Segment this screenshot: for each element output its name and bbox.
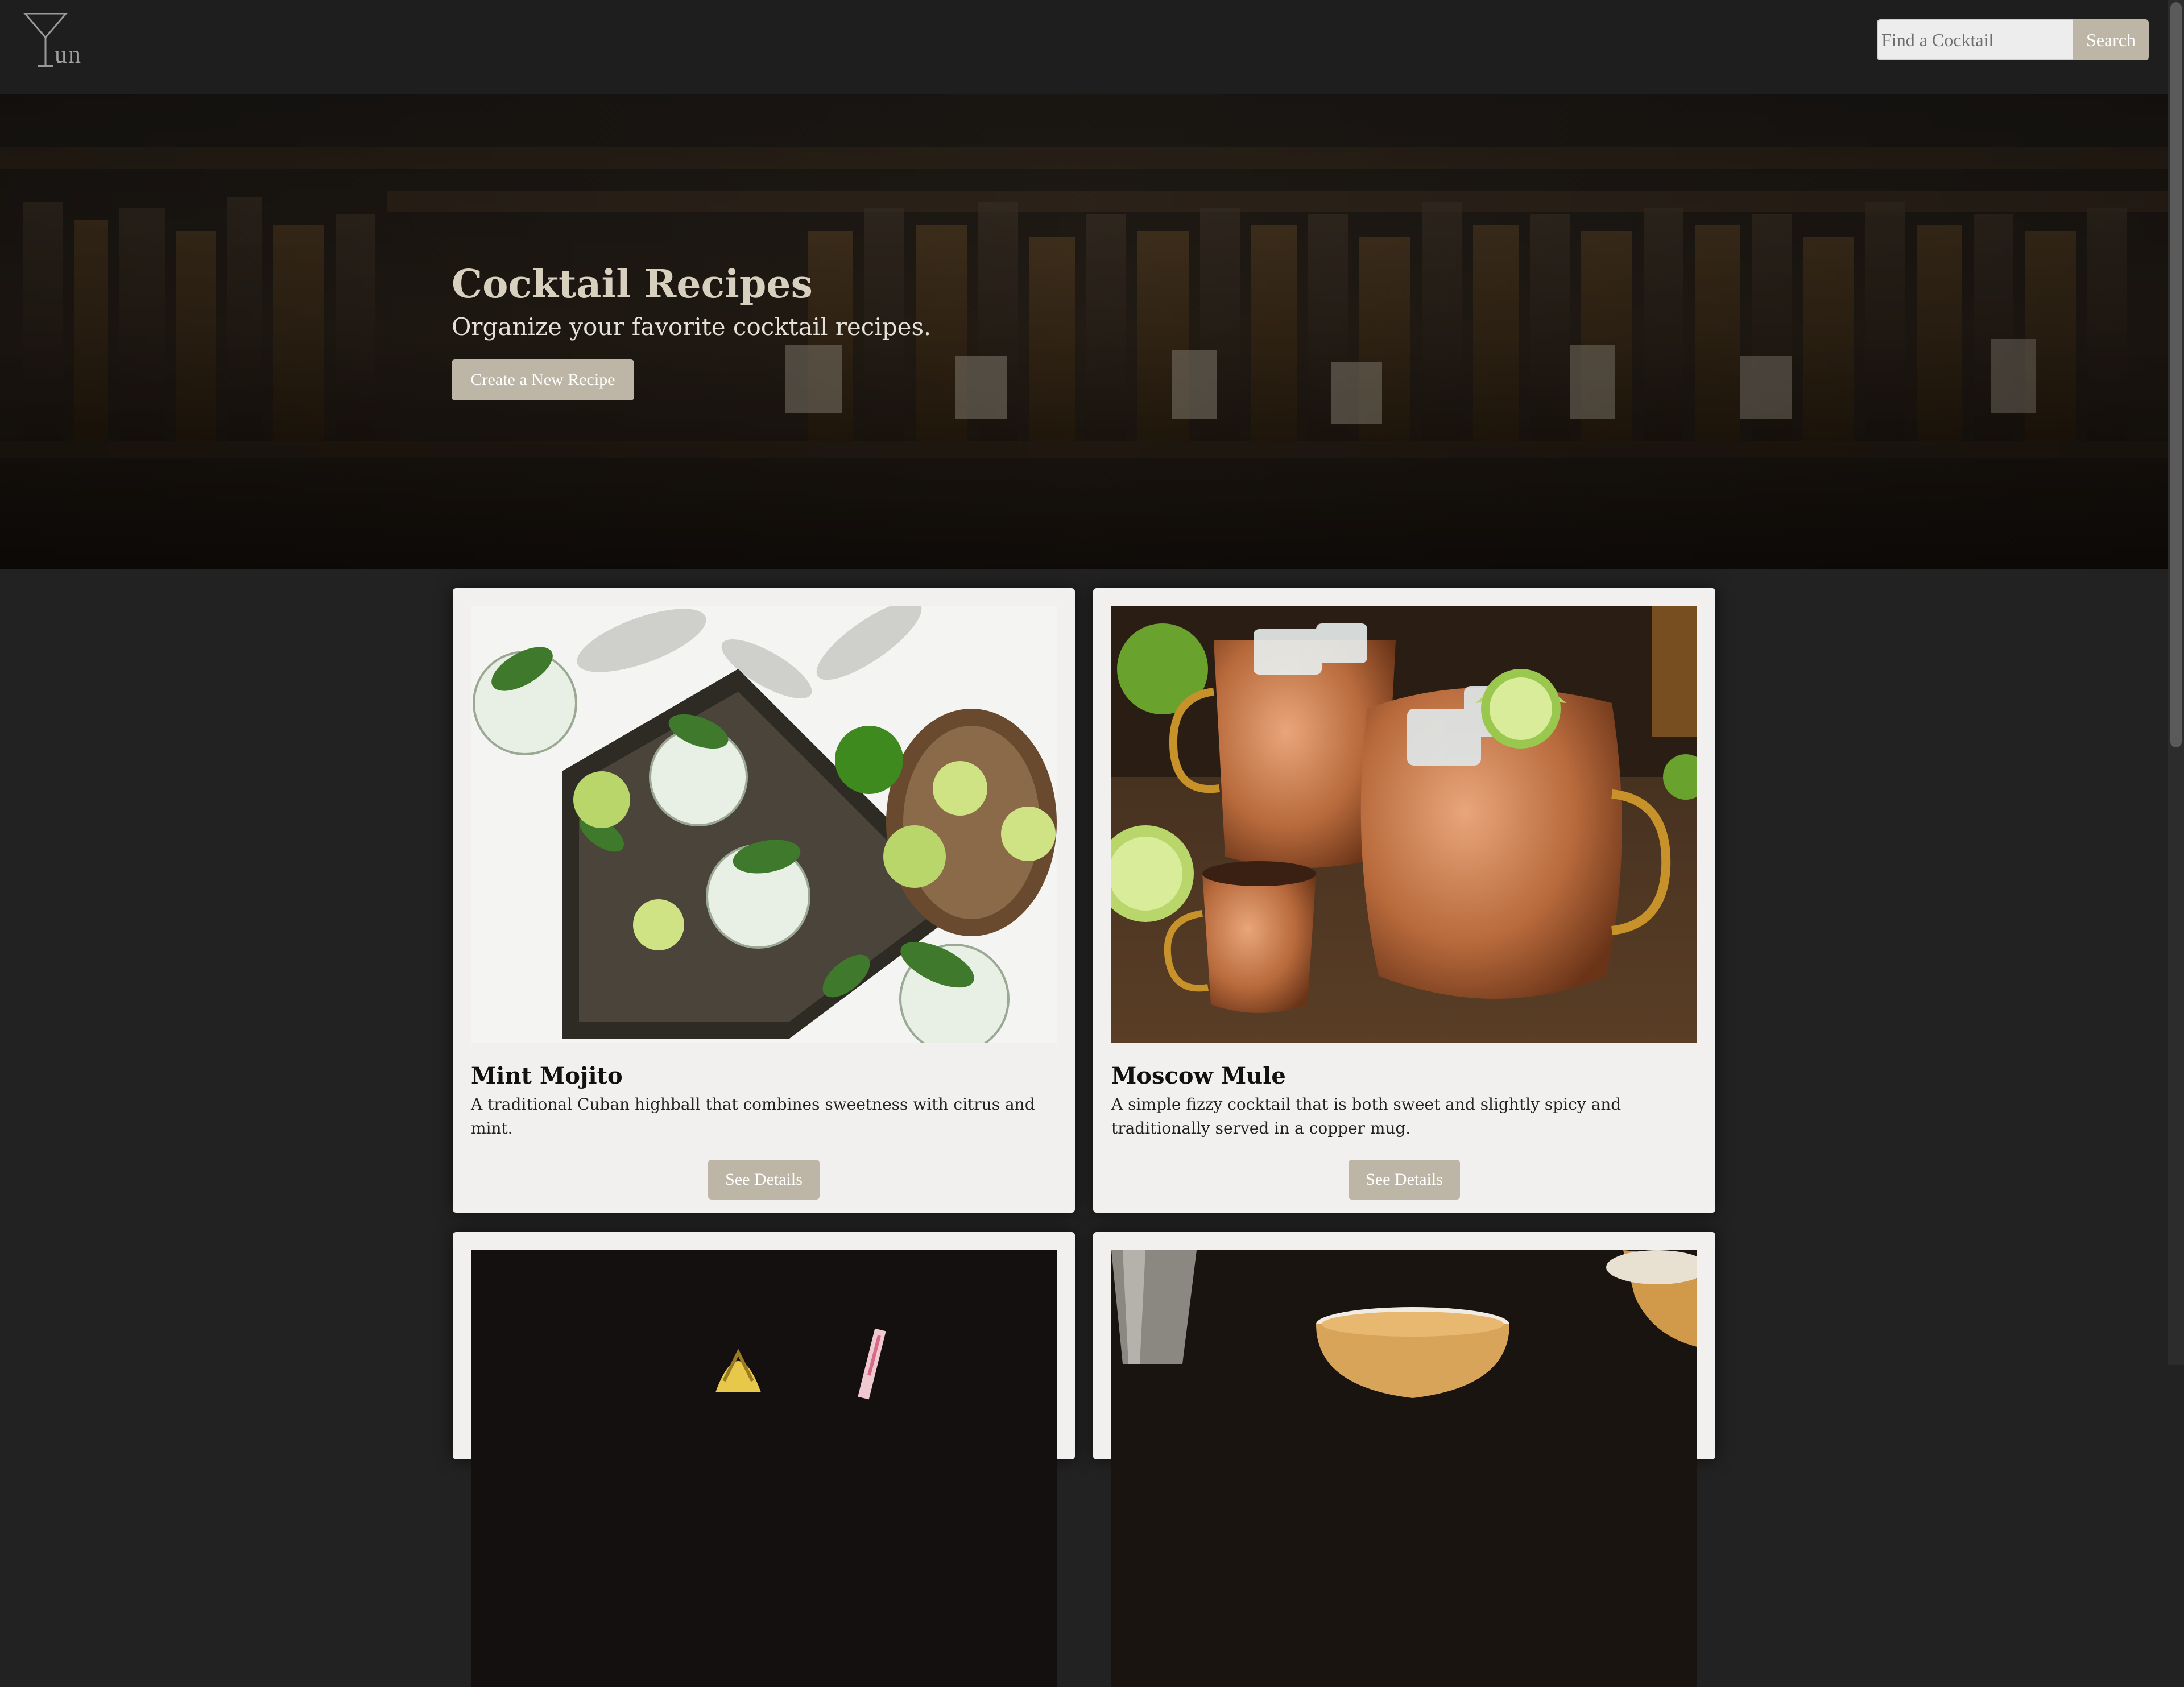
see-details-button[interactable]: See Details bbox=[708, 1160, 820, 1200]
search-button[interactable]: Search bbox=[2073, 19, 2149, 60]
recipe-title: Moscow Mule bbox=[1111, 1062, 1286, 1089]
top-navigation-bar: un Search bbox=[0, 0, 2168, 94]
bar-shelves-background-image bbox=[0, 94, 2168, 569]
recipe-card bbox=[453, 1232, 1075, 1687]
recipe-description: A traditional Cuban highball that combin… bbox=[471, 1095, 1035, 1138]
hero-banner: Cocktail Recipes Organize your favorite … bbox=[0, 94, 2168, 569]
recipe-card bbox=[1093, 1232, 1715, 1687]
cocktail-glass-logo-icon[interactable]: un bbox=[23, 11, 91, 71]
hero-title: Cocktail Recipes bbox=[452, 262, 813, 307]
page-scrollbar[interactable] bbox=[2168, 0, 2184, 1365]
moscow-mule-photo bbox=[1111, 606, 1697, 1043]
scrollbar-thumb[interactable] bbox=[2170, 2, 2182, 747]
recipe-title: Mint Mojito bbox=[471, 1062, 623, 1089]
pineapple-cocktail-photo bbox=[471, 1250, 1057, 1687]
create-recipe-button[interactable]: Create a New Recipe bbox=[452, 359, 634, 400]
recipe-description: A simple fizzy cocktail that is both swe… bbox=[1111, 1095, 1622, 1138]
search-input[interactable] bbox=[1877, 19, 2073, 60]
mojito-photo bbox=[471, 606, 1057, 1043]
hero-subtitle: Organize your favorite cocktail recipes. bbox=[452, 313, 932, 341]
search-form: Search bbox=[1877, 19, 2149, 60]
sugar-rim-cocktail-photo bbox=[1111, 1250, 1697, 1687]
see-details-button[interactable]: See Details bbox=[1349, 1160, 1460, 1200]
recipe-card: Moscow Mule A simple fizzy cocktail that… bbox=[1093, 588, 1715, 1213]
recipe-card: Mint Mojito A traditional Cuban highball… bbox=[453, 588, 1075, 1213]
logo-text: un bbox=[55, 40, 82, 68]
